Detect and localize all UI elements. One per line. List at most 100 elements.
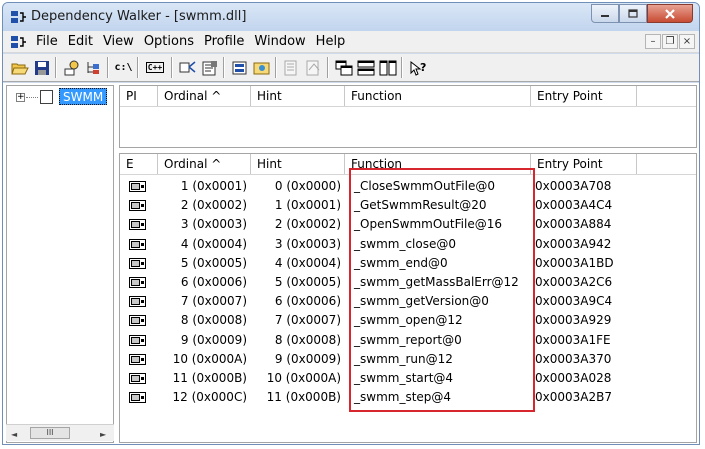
c-export-icon — [129, 392, 146, 404]
entry-point-cell: 0x0003A9C4 — [535, 294, 613, 309]
mdi-close-button[interactable]: × — [679, 34, 695, 49]
table-row[interactable]: 7 (0x0007) 6 (0x0006) _swmm_getVersion@0… — [120, 292, 696, 311]
maximize-button[interactable] — [619, 4, 647, 23]
entry-point-cell: 0x0003A942 — [535, 236, 612, 251]
table-row[interactable]: 6 (0x0006) 5 (0x0005) _swmm_getMassBalEr… — [120, 273, 696, 292]
hint-cell: 9 (0x0009) — [274, 351, 341, 366]
menu-edit[interactable]: Edit — [63, 34, 98, 50]
menu-help[interactable]: Help — [311, 34, 351, 50]
toolbar-separator — [137, 57, 139, 78]
hint-cell: 2 (0x0002) — [274, 217, 341, 232]
table-row[interactable]: 10 (0x000A) 9 (0x0009) _swmm_run@12 0x00… — [120, 350, 696, 369]
scroll-left-icon[interactable]: ◄ — [11, 430, 17, 439]
open-button[interactable] — [9, 57, 30, 78]
view-module-icon — [232, 61, 246, 74]
copy-button[interactable] — [83, 57, 104, 78]
full-paths-label: c:\ — [114, 62, 133, 73]
undecorate-cpp-button[interactable]: C++ — [143, 57, 167, 78]
col-pi[interactable]: PI — [120, 86, 158, 106]
table-row[interactable]: 5 (0x0005) 4 (0x0004) _swmm_end@0 0x0003… — [120, 254, 696, 273]
c-export-icon — [129, 296, 146, 308]
table-row[interactable]: 3 (0x0003) 2 (0x0002) _OpenSwmmOutFile@1… — [120, 215, 696, 234]
toolbar-separator — [55, 57, 57, 78]
cascade-button[interactable] — [333, 57, 354, 78]
title-bar[interactable]: Dependency Walker - [swmm.dll] — [3, 3, 699, 31]
toolbar-separator — [275, 57, 277, 78]
c-export-icon — [129, 334, 146, 346]
col-hint[interactable]: Hint — [251, 86, 345, 106]
col-hint[interactable]: Hint — [251, 154, 345, 174]
save-button[interactable] — [31, 57, 52, 78]
tree-expander[interactable]: + — [16, 93, 25, 102]
external-viewer-button[interactable] — [281, 57, 302, 78]
explore-icon — [253, 62, 269, 74]
col-function[interactable]: Function — [345, 154, 531, 174]
mdi-child-icon[interactable] — [11, 35, 27, 49]
scroll-thumb[interactable]: III — [30, 427, 70, 439]
ordinal-cell: 8 (0x0008) — [180, 313, 247, 328]
table-row[interactable]: 8 (0x0008) 7 (0x0007) _swmm_open@12 0x00… — [120, 311, 696, 330]
full-paths-button[interactable]: c:\ — [113, 57, 134, 78]
entry-point-cell: 0x0003A2C6 — [535, 275, 613, 289]
module-tree[interactable]: + SWMM — [6, 85, 114, 443]
view-module-button[interactable] — [229, 57, 250, 78]
c-export-icon — [129, 238, 146, 250]
table-row[interactable]: 4 (0x0004) 3 (0x0003) _swmm_close@0 0x00… — [120, 235, 696, 254]
menu-view[interactable]: View — [98, 34, 139, 50]
app-window: Dependency Walker - [swmm.dll] File Edit… — [2, 2, 700, 445]
help-icon: ? — [410, 60, 426, 76]
exports-header: E Ordinal ^ Hint Function Entry Point — [120, 154, 696, 175]
col-function[interactable]: Function — [345, 86, 531, 106]
open-icon — [10, 63, 29, 74]
col-e[interactable]: E — [120, 154, 158, 174]
autoexpand-button[interactable] — [177, 57, 198, 78]
mdi-minimize-button[interactable]: – — [645, 34, 661, 49]
minimize-button[interactable] — [591, 4, 619, 23]
tree-horizontal-scrollbar[interactable]: ◄ III ► — [6, 424, 114, 441]
mdi-restore-button[interactable]: ❐ — [662, 34, 678, 49]
toolbar-separator — [223, 57, 225, 78]
col-ordinal[interactable]: Ordinal ^ — [158, 154, 251, 174]
ordinal-cell: 6 (0x0006) — [180, 275, 247, 289]
entry-point-cell: 0x0003A370 — [535, 351, 612, 366]
hint-cell: 5 (0x0005) — [274, 275, 341, 289]
menu-file[interactable]: File — [31, 34, 63, 50]
c-export-icon — [129, 373, 146, 384]
hint-cell: 8 (0x0008) — [274, 332, 341, 347]
table-row[interactable]: 12 (0x000C) 11 (0x000B) _swmm_step@4 0x0… — [120, 388, 696, 407]
undecorate-cpp-label: C++ — [145, 62, 165, 73]
ordinal-cell: 3 (0x0003) — [180, 217, 247, 232]
ordinal-cell: 7 (0x0007) — [180, 294, 247, 309]
function-cell: _swmm_close@0 — [354, 236, 456, 251]
c-export-icon — [129, 200, 146, 212]
menu-options[interactable]: Options — [139, 34, 199, 50]
close-button[interactable] — [647, 4, 693, 23]
menu-window[interactable]: Window — [249, 34, 310, 50]
col-entry-point[interactable]: Entry Point — [531, 86, 637, 106]
hint-cell: 11 (0x000B) — [266, 390, 341, 405]
menu-profile[interactable]: Profile — [199, 34, 249, 50]
scroll-right-icon[interactable]: ► — [100, 430, 106, 439]
tile-horizontal-button[interactable] — [355, 57, 376, 78]
exports-pane[interactable]: E Ordinal ^ Hint Function Entry Point 1 … — [119, 153, 697, 443]
hint-cell: 7 (0x0007) — [274, 313, 341, 328]
minimize-icon — [601, 14, 609, 17]
table-row[interactable]: 9 (0x0009) 8 (0x0008) _swmm_report@0 0x0… — [120, 331, 696, 350]
col-ordinal[interactable]: Ordinal ^ — [158, 86, 251, 106]
tree-item-swmm[interactable]: SWMM — [59, 88, 108, 105]
hint-cell: 4 (0x0004) — [274, 255, 341, 270]
table-row[interactable]: 11 (0x000B) 10 (0x000A) _swmm_start@4 0x… — [120, 369, 696, 388]
mdi-controls: – ❐ × — [645, 34, 695, 49]
col-entry-point[interactable]: Entry Point — [531, 154, 637, 174]
tile-vertical-button[interactable] — [377, 57, 398, 78]
properties-button[interactable] — [199, 57, 220, 78]
system-info-button[interactable] — [303, 57, 324, 78]
find-button[interactable] — [61, 57, 82, 78]
function-cell: _swmm_open@12 — [354, 313, 463, 328]
parent-imports-pane[interactable]: PI Ordinal ^ Hint Function Entry Point — [119, 85, 697, 148]
table-row[interactable]: 1 (0x0001) 0 (0x0000) _CloseSwmmOutFile@… — [120, 177, 696, 196]
table-row[interactable]: 2 (0x0002) 1 (0x0001) _GetSwmmResult@20 … — [120, 196, 696, 215]
explore-button[interactable] — [251, 57, 272, 78]
function-cell: _GetSwmmResult@20 — [354, 198, 487, 213]
help-button[interactable]: ? — [407, 57, 428, 78]
